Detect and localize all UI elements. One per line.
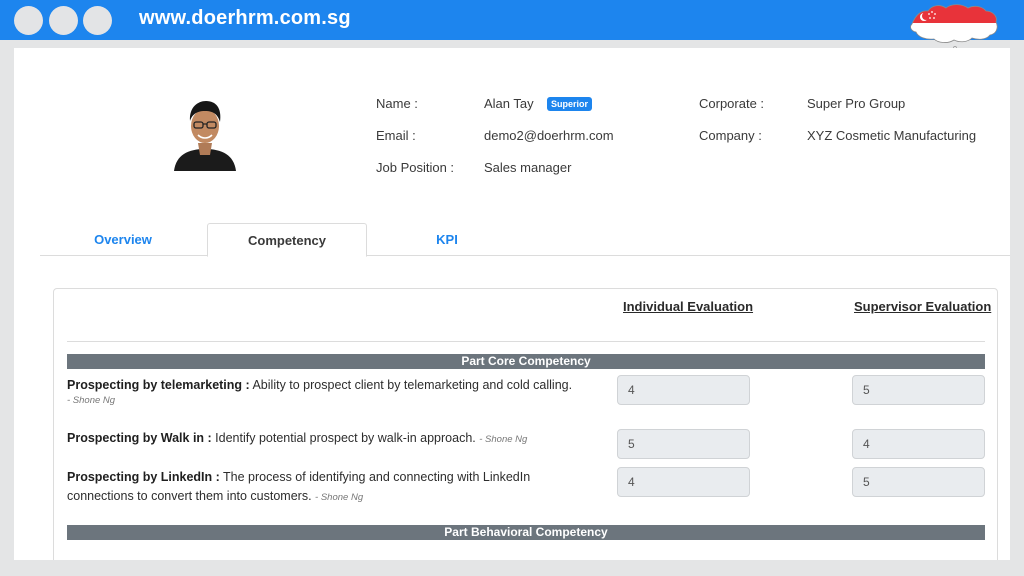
supervisor-score-field[interactable]: 5	[852, 467, 985, 497]
individual-evaluation-header: Individual Evaluation	[623, 299, 754, 314]
window-control-dot[interactable]	[49, 6, 78, 35]
job-position-value: Sales manager	[484, 160, 572, 175]
competency-item: Prospecting by Walk in : Identify potent…	[67, 429, 607, 449]
section-behavioral-competency: Part Behavioral Competency	[67, 525, 985, 540]
individual-score-field[interactable]: 5	[617, 429, 750, 459]
competency-item: Prospecting by LinkedIn : The process of…	[67, 468, 567, 507]
competency-item: Prospecting by telemarketing : Ability t…	[67, 376, 607, 407]
supervisor-score-field[interactable]: 4	[852, 429, 985, 459]
supervisor-evaluation-header: Supervisor Evaluation	[854, 299, 992, 314]
avatar	[174, 101, 236, 171]
competency-title: Prospecting by Walk in :	[67, 431, 212, 445]
superior-badge: Superior	[547, 97, 593, 111]
competency-title: Prospecting by telemarketing :	[67, 378, 250, 392]
window-control-dot[interactable]	[14, 6, 43, 35]
competency-author: - Shone Ng	[315, 492, 364, 503]
job-position-label: Job Position :	[376, 160, 455, 175]
corporate-label: Corporate :	[699, 96, 765, 111]
email-label: Email :	[376, 128, 416, 143]
competency-description: Identify potential prospect by walk-in a…	[211, 431, 476, 445]
name-label: Name :	[376, 96, 418, 111]
supervisor-score-field[interactable]: 5	[852, 375, 985, 405]
profile-tabs: Overview Competency KPI	[40, 223, 1010, 257]
tab-overview[interactable]: Overview	[40, 223, 206, 257]
tab-competency[interactable]: Competency	[207, 223, 367, 257]
individual-score-field[interactable]: 4	[617, 467, 750, 497]
competency-author: - Shone Ng	[479, 434, 528, 445]
individual-score-field[interactable]: 4	[617, 375, 750, 405]
tab-kpi[interactable]: KPI	[367, 223, 527, 257]
name-value: Alan Tay	[484, 96, 534, 111]
company-value: XYZ Cosmetic Manufacturing	[807, 128, 977, 143]
competency-author: - Shone Ng	[67, 395, 116, 406]
site-url: www.doerhrm.com.sg	[139, 7, 351, 29]
competency-description: Ability to prospect client by telemarket…	[249, 378, 573, 392]
email-value: demo2@doerhrm.com	[484, 128, 614, 143]
app-window: Name : Alan Tay Superior Email : demo2@d…	[14, 48, 1010, 560]
header-divider	[67, 341, 985, 342]
corporate-value: Super Pro Group	[807, 96, 906, 111]
browser-top-bar: www.doerhrm.com.sg	[0, 0, 1024, 40]
company-label: Company :	[699, 128, 762, 143]
singapore-flag-map-icon	[910, 4, 998, 50]
competency-title: Prospecting by LinkedIn :	[67, 470, 220, 484]
section-core-competency: Part Core Competency	[67, 354, 985, 369]
window-control-dot[interactable]	[83, 6, 112, 35]
competency-evaluation-panel: Individual Evaluation Supervisor Evaluat…	[53, 288, 998, 560]
